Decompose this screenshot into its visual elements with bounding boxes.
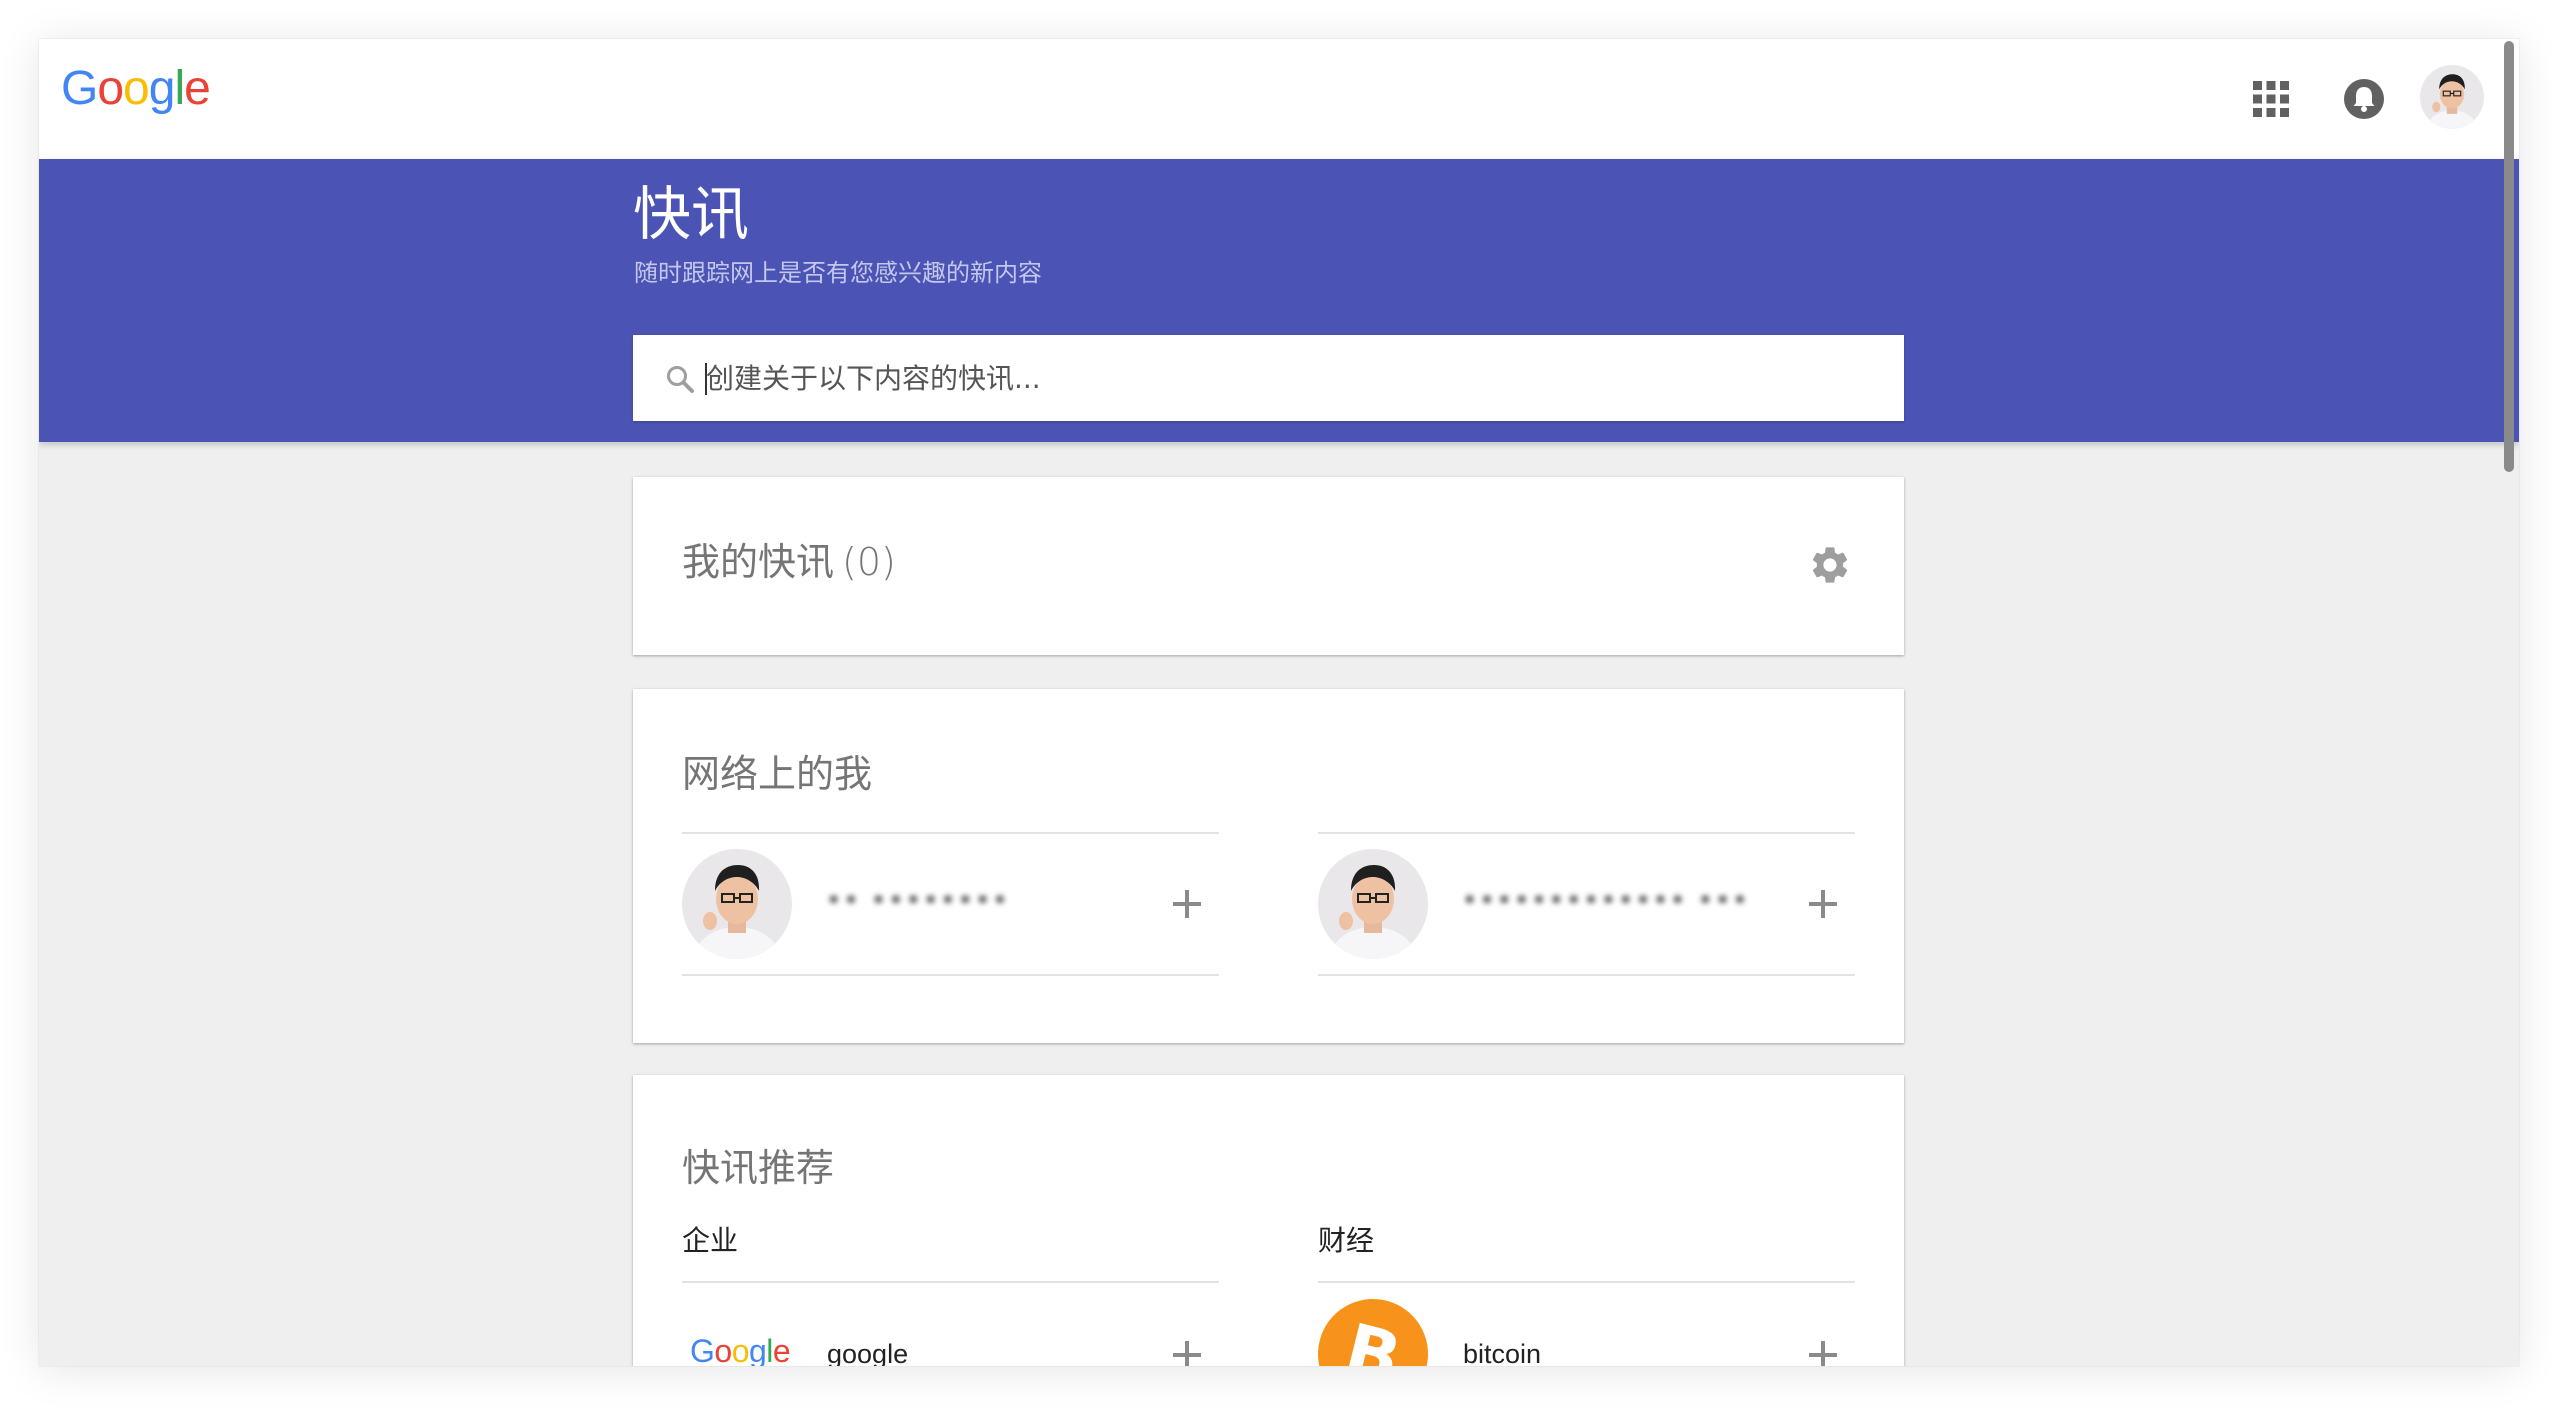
scrollbar-thumb[interactable]	[2504, 41, 2514, 472]
add-alert-plus-icon[interactable]	[1167, 884, 1207, 924]
search-icon	[665, 364, 695, 394]
category-label: 企业	[682, 1224, 739, 1257]
text-cursor	[705, 363, 707, 395]
me-on-web-title: 网络上的我	[682, 752, 873, 796]
google-logo[interactable]: Google	[61, 62, 211, 115]
create-alert-input[interactable]	[706, 335, 1866, 421]
logo-letter: g	[148, 62, 176, 115]
category-label: 财经	[1318, 1224, 1375, 1257]
account-avatar[interactable]	[2420, 65, 2484, 129]
user-email-blurred: ••••••••••••• •••	[1462, 886, 1750, 916]
browser-window: Google 快讯 随时跟踪网上是否有您感兴趣的新内容 创建关于以下内容的快讯.…	[39, 39, 2519, 1366]
add-alert-plus-icon[interactable]	[1803, 884, 1843, 924]
apps-grid-icon[interactable]	[2249, 77, 2293, 121]
create-alert-search-box[interactable]	[633, 335, 1904, 421]
logo-letter: e	[184, 62, 211, 115]
suggestion-category: 财经 B bitcoin	[1306, 1224, 1855, 1366]
me-on-web-item: •• ••••••••	[682, 832, 1219, 976]
bitcoin-logo-icon: B	[1306, 1287, 1440, 1366]
me-on-web-item: ••••••••••••• •••	[1318, 832, 1855, 976]
notifications-bell-icon[interactable]	[2338, 73, 2390, 125]
logo-letter: e	[772, 1333, 791, 1366]
google-logo-icon: Google	[690, 1333, 791, 1366]
logo-letter: g	[748, 1333, 767, 1366]
suggested-alerts-title: 快讯推荐	[682, 1146, 835, 1190]
add-alert-plus-icon[interactable]	[1167, 1335, 1207, 1366]
suggestion-category: 企业 Google google	[682, 1225, 1219, 1366]
gear-icon[interactable]	[1808, 543, 1852, 587]
my-alerts-count: (0)	[842, 540, 896, 584]
logo-letter: G	[61, 62, 98, 115]
alerts-header-banner: 快讯 随时跟踪网上是否有您感兴趣的新内容	[39, 159, 2519, 442]
logo-letter: l	[174, 62, 185, 115]
suggestion-name: google	[827, 1339, 909, 1366]
my-alerts-title: 我的快讯 (0)	[682, 543, 896, 581]
user-avatar	[1318, 849, 1428, 959]
my-alerts-card: 我的快讯 (0)	[633, 477, 1904, 655]
suggestion-item: Google google	[682, 1283, 1219, 1366]
vertical-scrollbar[interactable]	[2500, 39, 2519, 1366]
my-alerts-title-text: 我的快讯	[682, 540, 835, 584]
user-avatar	[682, 849, 792, 959]
suggestion-name: bitcoin	[1463, 1339, 1542, 1366]
logo-letter: o	[123, 62, 150, 115]
user-name-blurred: •• ••••••••	[826, 886, 1010, 916]
logo-letter: l	[766, 1333, 773, 1366]
logo-letter: G	[690, 1333, 715, 1366]
page-subtitle: 随时跟踪网上是否有您感兴趣的新内容	[634, 259, 1042, 287]
suggested-alerts-card: 快讯推荐 企业 Google google 财经 B bitcoin	[633, 1075, 1904, 1366]
logo-letter: o	[731, 1333, 750, 1366]
top-app-bar: Google	[39, 39, 2519, 159]
logo-letter: o	[714, 1333, 732, 1366]
logo-letter: o	[97, 62, 124, 115]
suggestion-item: B bitcoin	[1306, 1283, 1855, 1366]
page-title: 快讯	[633, 180, 750, 248]
add-alert-plus-icon[interactable]	[1803, 1335, 1843, 1366]
me-on-web-card: 网络上的我 •• •••••••• ••••••••••••• •••	[633, 689, 1904, 1043]
